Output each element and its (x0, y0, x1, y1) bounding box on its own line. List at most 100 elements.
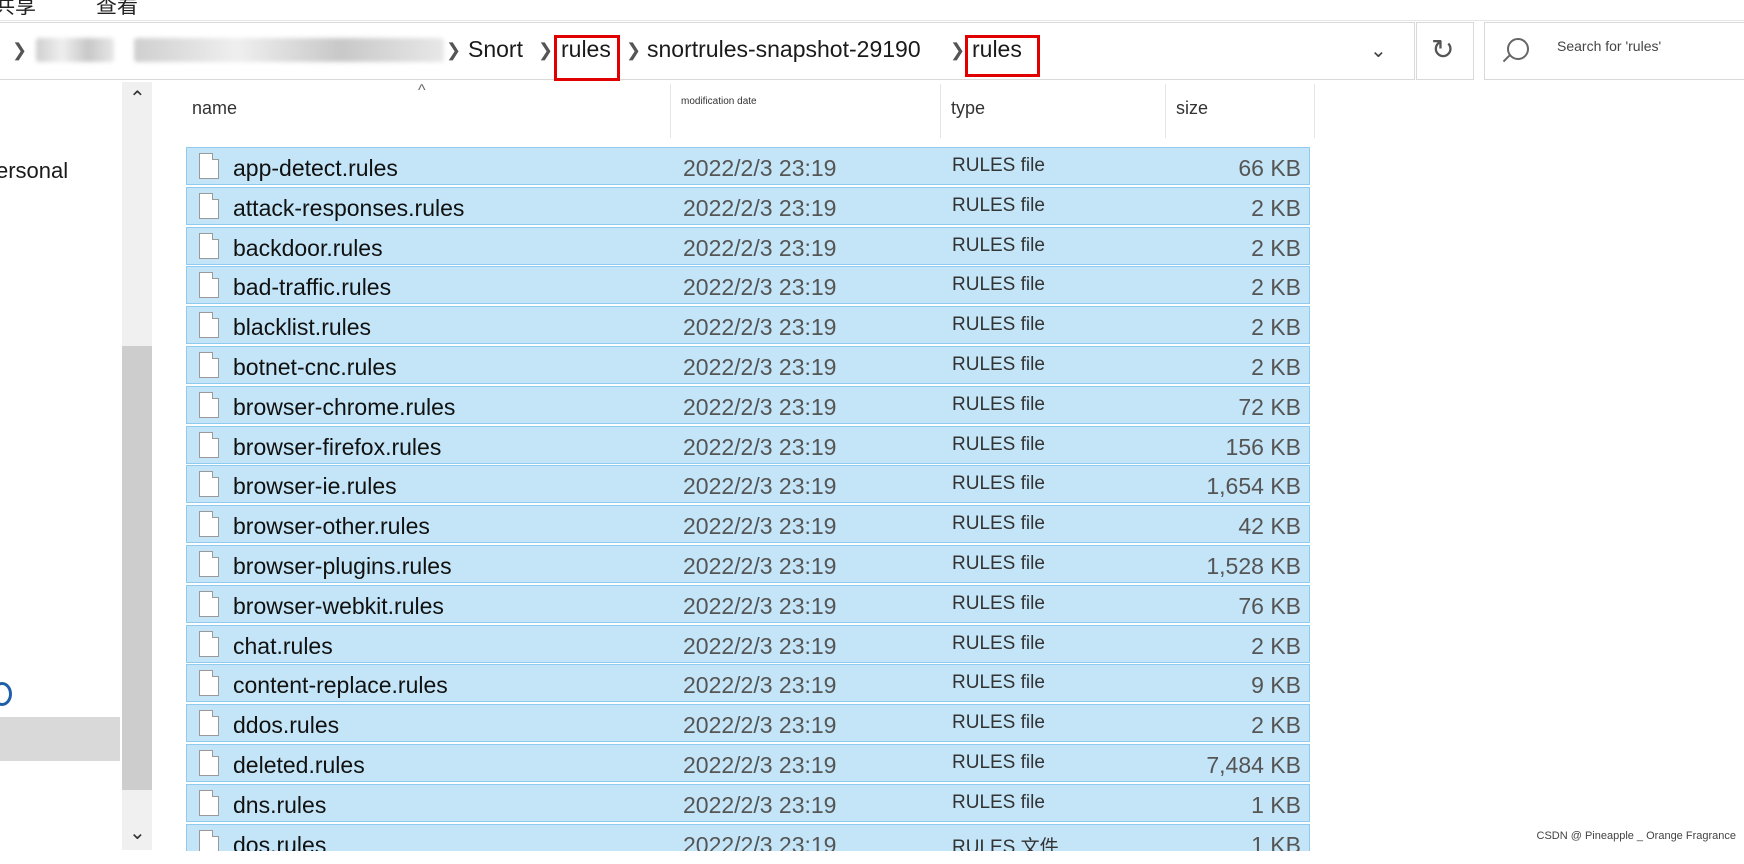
file-size: 156 KB (1225, 433, 1301, 460)
refresh-icon: ↻ (1431, 34, 1455, 65)
column-header-date[interactable]: modification date (671, 82, 939, 138)
file-row[interactable]: browser-webkit.rules 2022/2/3 23:19 RULES … (186, 584, 1310, 623)
file-size: 42 KB (1238, 513, 1301, 540)
file-name[interactable]: browser-ie.rules (233, 473, 397, 500)
file-row[interactable]: botnet-cnc.rules 2022/2/3 23:19 RULES file… (186, 346, 1310, 384)
file-row[interactable]: chat.rules 2022/2/3 23:19 RULES file 2 KB (186, 624, 1310, 663)
file-row[interactable]: browser-ie.rules 2022/2/3 23:19 RULES file… (186, 465, 1310, 504)
file-name[interactable]: ddos.rules (233, 712, 339, 739)
file-name[interactable]: backdoor.rules (233, 235, 383, 262)
file-type: RULES file (952, 632, 1045, 654)
file-icon (199, 551, 219, 577)
file-name[interactable]: bad-traffic.rules (233, 274, 391, 301)
chevron-right-icon[interactable]: ❯ (538, 40, 553, 61)
refresh-button[interactable]: ↻ (1416, 22, 1474, 80)
chevron-right-icon[interactable]: ❯ (446, 40, 461, 61)
file-row[interactable]: ddos.rules 2022/2/3 23:19 RULES file 2 KB (186, 704, 1310, 743)
file-type: RULES file (952, 234, 1045, 256)
chevron-right-icon[interactable]: ❯ (626, 40, 641, 61)
file-name[interactable]: dns.rules (233, 792, 326, 819)
file-name[interactable]: botnet-cnc.rules (233, 354, 397, 381)
navigation-pane[interactable]: ersonal (0, 82, 122, 852)
column-header-size[interactable]: size (1166, 82, 1314, 138)
file-date: 2022/2/3 23:19 (683, 632, 837, 659)
file-icon (199, 750, 219, 776)
file-date: 2022/2/3 23:19 (683, 433, 837, 460)
column-header-type[interactable]: type (941, 82, 1165, 138)
file-row[interactable]: browser-plugins.rules 2022/2/3 23:19 RULES… (186, 545, 1310, 583)
file-name[interactable]: browser-firefox.rules (233, 434, 441, 461)
file-icon (199, 471, 219, 498)
file-name[interactable]: browser-plugins.rules (233, 553, 452, 580)
menu-view[interactable]: 查看 (96, 0, 138, 20)
file-row[interactable]: app-detect.rules 2022/2/3 23:19 RULES file… (186, 147, 1310, 185)
file-date: 2022/2/3 23:19 (683, 194, 837, 221)
column-divider[interactable] (1314, 84, 1315, 138)
chevron-right-icon[interactable]: ❯ (950, 40, 965, 61)
file-row[interactable]: backdoor.rules 2022/2/3 23:19 RULES file 2 … (186, 226, 1310, 265)
scrollbar-thumb[interactable] (122, 346, 152, 790)
file-type: RULES file (952, 553, 1045, 574)
menu-share[interactable]: 共享 (0, 0, 36, 20)
file-name[interactable]: attack-responses.rules (233, 195, 464, 222)
chevron-down-icon[interactable]: ⌄ (1370, 38, 1387, 63)
file-type: RULES file (952, 393, 1045, 415)
file-row[interactable]: bad-traffic.rules 2022/2/3 23:19 RULES fil… (186, 266, 1310, 305)
file-row[interactable]: blacklist.rules 2022/2/3 23:19 RULES file 2… (186, 306, 1310, 345)
file-size: 2 KB (1251, 712, 1301, 739)
file-row[interactable]: dns.rules 2022/2/3 23:19 RULES file 1 KB (186, 783, 1310, 822)
file-date: 2022/2/3 23:19 (683, 672, 837, 699)
file-row[interactable]: deleted.rules 2022/2/3 23:19 RULES file 7,4… (186, 744, 1310, 782)
file-type: RULES file (952, 473, 1045, 495)
breadcrumb-snapshot[interactable]: snortrules-snapshot-29190 (647, 36, 921, 63)
file-name[interactable]: dos.rules (233, 832, 326, 851)
file-name[interactable]: chat.rules (233, 633, 333, 660)
search-icon (1507, 38, 1529, 60)
file-name[interactable]: deleted.rules (233, 752, 365, 779)
file-name[interactable]: app-detect.rules (233, 155, 398, 182)
file-name[interactable]: browser-other.rules (233, 513, 430, 540)
scroll-down-icon[interactable]: ⌄ (129, 820, 146, 845)
file-type: RULES file (952, 752, 1045, 773)
file-icon (199, 829, 219, 851)
file-name[interactable]: browser-chrome.rules (233, 394, 455, 421)
file-date: 2022/2/3 23:19 (683, 274, 837, 301)
file-date: 2022/2/3 23:19 (683, 354, 837, 380)
column-header-name[interactable]: name (186, 82, 670, 138)
file-type: RULES file (952, 513, 1045, 535)
search-input[interactable]: Search for 'rules' (1484, 22, 1744, 80)
file-type: RULES file (952, 155, 1045, 176)
nav-item-personal[interactable]: ersonal (0, 158, 68, 184)
column-size-label: size (1176, 98, 1209, 118)
file-type: RULES file (952, 791, 1045, 813)
file-list[interactable]: app-detect.rules 2022/2/3 23:19 RULES file… (186, 147, 1310, 851)
scroll-up-icon[interactable]: ⌃ (129, 86, 146, 111)
breadcrumb-snort[interactable]: Snort (468, 36, 523, 63)
column-date-label: modification date (681, 96, 757, 107)
scrollbar[interactable]: ⌃ ⌄ (122, 82, 152, 850)
file-row[interactable]: content-replace.rules 2022/2/3 23:19 RULES… (186, 664, 1310, 703)
file-name[interactable]: browser-webkit.rules (233, 593, 444, 620)
chevron-right-icon[interactable]: ❯ (12, 40, 27, 61)
file-icon (199, 511, 219, 538)
file-icon (199, 312, 219, 339)
file-size: 2 KB (1251, 274, 1301, 301)
file-date: 2022/2/3 23:19 (683, 791, 837, 818)
file-name[interactable]: blacklist.rules (233, 314, 371, 341)
file-size: 2 KB (1251, 194, 1301, 221)
file-icon (199, 590, 219, 617)
file-size: 76 KB (1238, 592, 1301, 619)
file-type: RULES 文件 (952, 836, 1059, 851)
file-size: 1 KB (1251, 791, 1301, 818)
file-row[interactable]: attack-responses.rules 2022/2/3 23:19 RULE… (186, 186, 1310, 225)
status-bar (0, 852, 1744, 864)
nav-item-selected[interactable] (0, 717, 120, 761)
file-icon (199, 192, 219, 219)
file-row[interactable]: browser-other.rules 2022/2/3 23:19 RULES f… (186, 505, 1310, 544)
file-row[interactable]: dos.rules 2022/2/3 23:19 RULES 文件 1 KB (186, 823, 1310, 851)
file-row[interactable]: browser-firefox.rules 2022/2/3 23:19 RULES… (186, 425, 1310, 464)
highlight-box (965, 35, 1040, 77)
file-name[interactable]: content-replace.rules (233, 672, 448, 699)
file-icon (199, 153, 219, 179)
file-row[interactable]: browser-chrome.rules 2022/2/3 23:19 RULES … (186, 385, 1310, 424)
